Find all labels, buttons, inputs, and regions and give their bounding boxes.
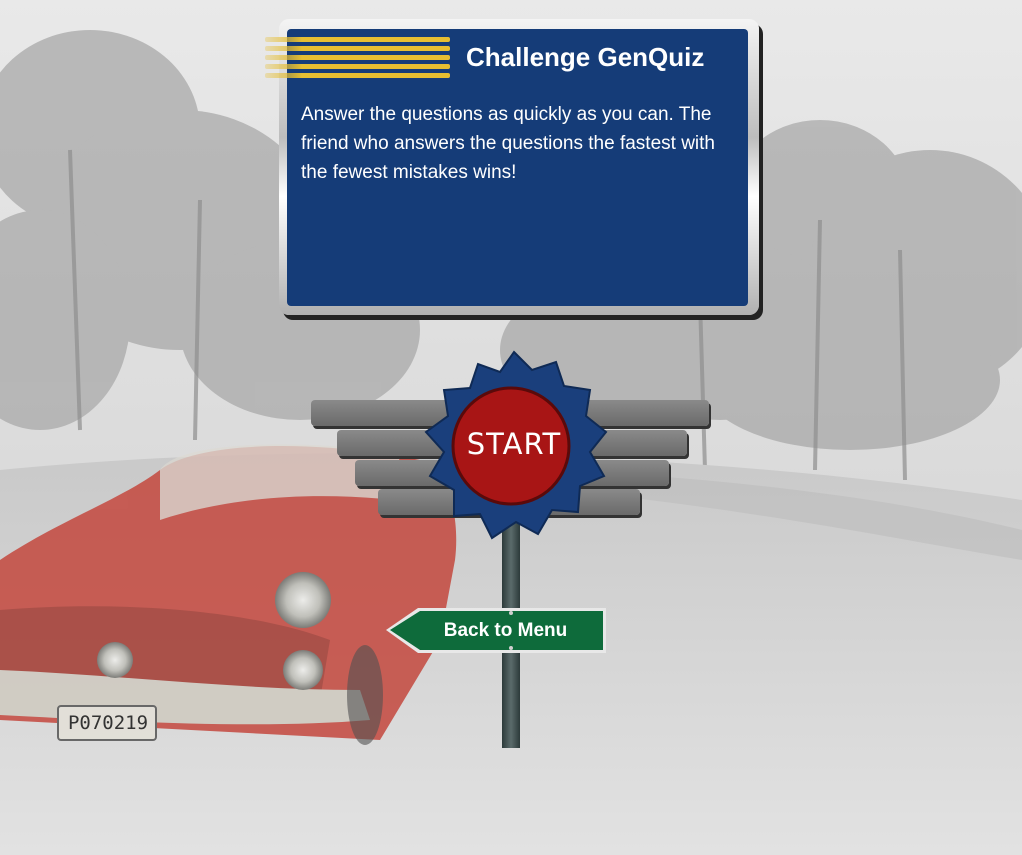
start-button[interactable]: START [418,346,610,546]
start-label: START [466,427,562,461]
back-to-menu-button[interactable]: Back to Menu [384,606,607,655]
back-to-menu-label: Back to Menu [443,619,568,641]
car-plate-text: P070219 [67,712,149,734]
board-title: Challenge GenQuiz [466,42,705,72]
gold-stripes-decoration [265,37,450,87]
board-description: Answer the questions as quickly as you c… [301,104,716,183]
